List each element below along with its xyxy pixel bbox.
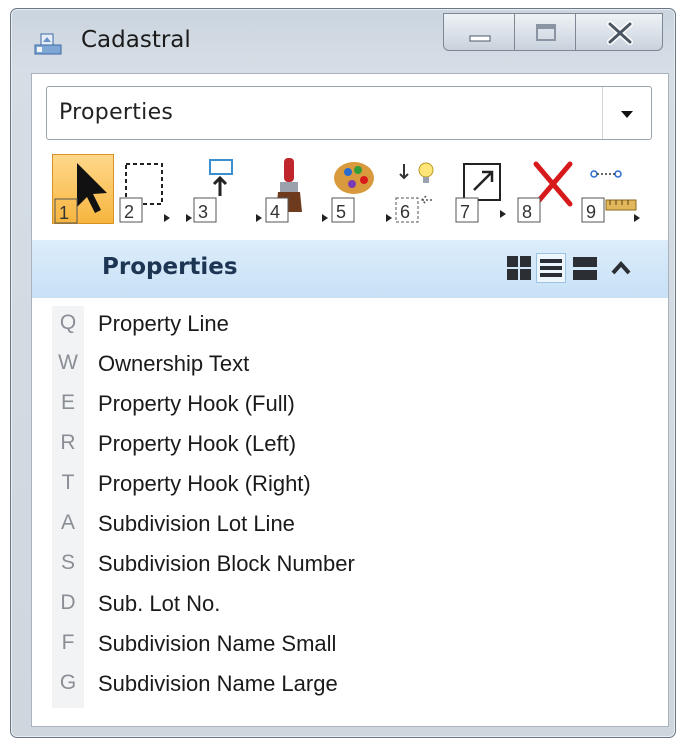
tool-delete[interactable]: 8 — [514, 154, 576, 224]
list-item[interactable]: D Sub. Lot No. — [32, 586, 632, 626]
item-label: Sub. Lot No. — [98, 591, 221, 616]
dropdown-value: Properties — [59, 100, 174, 125]
tool-number: 4 — [270, 202, 280, 222]
item-label: Subdivision Name Large — [98, 671, 338, 696]
wide-view-button[interactable] — [570, 253, 600, 283]
section-header[interactable]: Properties — [32, 240, 668, 298]
tool-number: 5 — [336, 202, 346, 222]
delete-x-icon: 8 — [517, 161, 573, 223]
item-label: Subdivision Lot Line — [98, 511, 295, 536]
list-item[interactable]: Q Property Line — [32, 306, 632, 346]
minimize-button[interactable] — [443, 13, 515, 51]
dashed-selection-icon: 2 — [119, 163, 170, 223]
list-item[interactable]: A Subdivision Lot Line — [32, 506, 632, 546]
item-label: Property Line — [98, 311, 229, 336]
tool-palette[interactable]: 5 — [316, 154, 378, 224]
tool-scale[interactable]: 7 — [448, 154, 510, 224]
list-item[interactable]: S Subdivision Block Number — [32, 546, 632, 586]
tool-number: 9 — [586, 202, 596, 222]
chevron-down-icon — [621, 111, 633, 118]
item-label: Property Hook (Left) — [98, 431, 297, 456]
measure-icon: 9 — [581, 170, 640, 223]
task-dropdown[interactable]: Properties — [46, 86, 652, 140]
caption-buttons — [443, 13, 663, 51]
item-label: Subdivision Name Small — [98, 631, 337, 656]
list-view-icon — [540, 259, 562, 277]
list-item[interactable]: W Ownership Text — [32, 346, 632, 386]
tool-paint-brush[interactable]: 4 — [250, 154, 312, 224]
section-title: Properties — [102, 254, 238, 280]
tool-lightbulb[interactable]: 6 — [382, 154, 444, 224]
shortcut-key: A — [60, 511, 75, 534]
item-label: Subdivision Block Number — [98, 551, 355, 576]
close-icon — [607, 21, 633, 45]
shortcut-key: Q — [59, 311, 77, 334]
tool-number: 8 — [522, 202, 532, 222]
grid-view-icon — [507, 256, 531, 280]
app-icon — [34, 31, 64, 57]
tool-number: 3 — [198, 202, 208, 222]
maximize-button[interactable] — [514, 13, 576, 51]
window-title: Cadastral — [81, 27, 191, 53]
item-label: Property Hook (Full) — [98, 391, 295, 416]
list-item[interactable]: F Subdivision Name Small — [32, 626, 632, 666]
tool-number: 7 — [460, 202, 470, 222]
tool-select[interactable]: 1 — [52, 154, 114, 224]
shortcut-key: E — [60, 391, 75, 414]
tool-place-text[interactable]: 3 — [184, 154, 246, 224]
tool-number: 6 — [400, 202, 410, 222]
close-button[interactable] — [575, 13, 663, 51]
wide-view-icon — [573, 257, 597, 280]
tool-number: 2 — [124, 202, 134, 222]
shortcut-key: T — [61, 471, 75, 494]
dropdown-toggle[interactable] — [602, 87, 651, 139]
chevron-up-icon — [611, 260, 631, 275]
select-arrow-icon: 1 — [54, 163, 107, 224]
minimize-icon — [469, 35, 491, 42]
shortcut-key: R — [60, 431, 76, 454]
palette-icon: 5 — [322, 162, 374, 223]
shortcut-key: S — [60, 551, 75, 574]
tool-dashed-selection[interactable]: 2 — [118, 154, 180, 224]
list-item[interactable]: R Property Hook (Left) — [32, 426, 632, 466]
item-label: Ownership Text — [98, 351, 250, 376]
list-view-button[interactable] — [536, 253, 566, 283]
shortcut-key: G — [59, 671, 77, 694]
place-text-icon: 3 — [186, 159, 233, 223]
title-bar[interactable]: Cadastral — [11, 9, 675, 73]
scale-arrow-icon: 7 — [455, 163, 506, 223]
cadastral-window: Cadastral Properties 1 2 3 4 5 6 7 8 9 P… — [10, 8, 676, 738]
tool-panel: Properties 1 2 3 4 5 6 7 8 9 Properties … — [31, 73, 669, 727]
maximize-icon — [536, 24, 556, 41]
list-item[interactable]: T Property Hook (Right) — [32, 466, 632, 506]
toolbar: 1 2 3 4 5 6 7 8 9 — [44, 154, 656, 224]
shortcut-key: F — [61, 631, 75, 654]
shortcut-key: W — [58, 351, 78, 374]
collapse-button[interactable] — [606, 253, 636, 283]
grid-view-button[interactable] — [504, 253, 534, 283]
tool-number: 1 — [59, 203, 69, 223]
item-label: Property Hook (Right) — [98, 471, 311, 496]
paint-brush-icon: 4 — [256, 158, 302, 223]
lightbulb-icon: 6 — [386, 162, 434, 223]
tool-measure[interactable]: 9 — [580, 154, 642, 224]
list-item[interactable]: E Property Hook (Full) — [32, 386, 632, 426]
shortcut-key: D — [60, 591, 76, 614]
list-item[interactable]: G Subdivision Name Large — [32, 666, 632, 706]
